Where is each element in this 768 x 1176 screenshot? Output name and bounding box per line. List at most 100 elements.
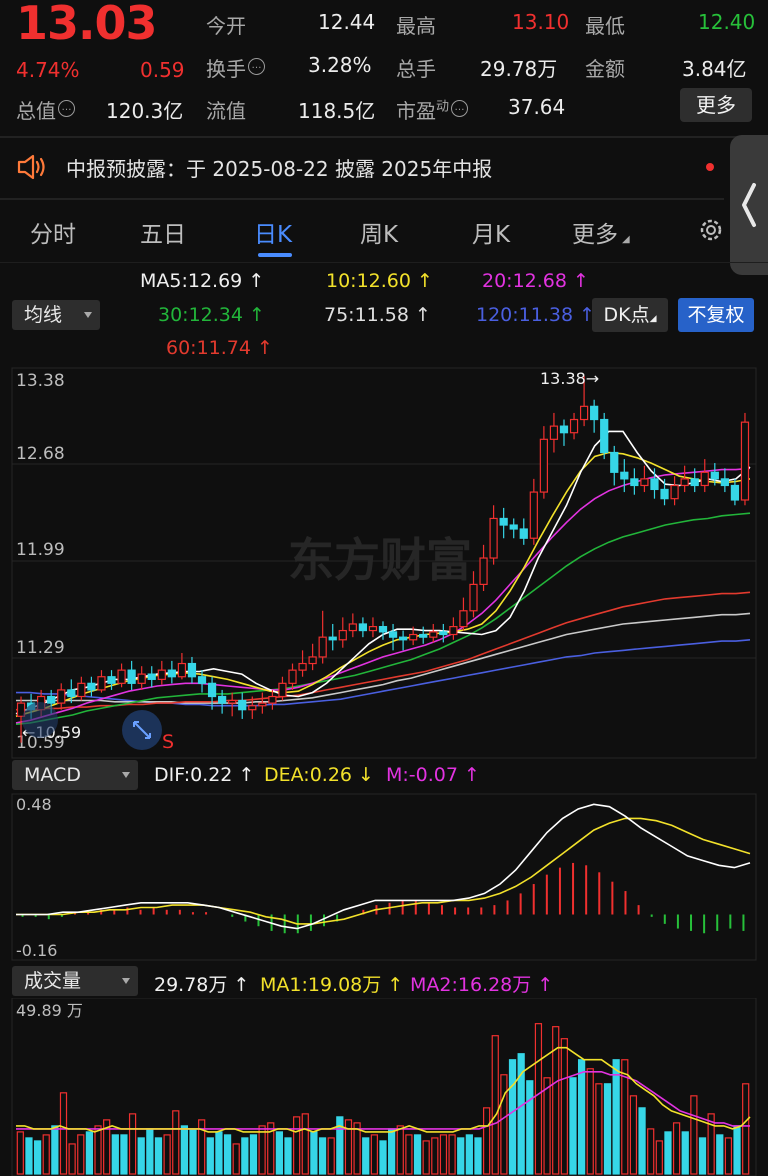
candle-body (670, 484, 679, 500)
candle-body (228, 699, 237, 704)
y-tick-label: 12.68 (16, 444, 65, 464)
candle-body (700, 471, 709, 487)
volume-chart[interactable]: 49.89 万 (0, 998, 768, 1176)
candle-body (740, 421, 750, 501)
macd-dropdown[interactable]: MACD (12, 760, 138, 790)
high-marker: 13.38→ (540, 369, 599, 388)
ma75-legend: 75:11.58 ↑ (324, 304, 431, 326)
candle-body (308, 656, 317, 665)
announcement-text[interactable]: 中报预披露：于 2025-08-22 披露 2025年中报 (66, 153, 492, 182)
tab-more[interactable]: 更多 ◢ (572, 215, 630, 249)
tab-underline (258, 253, 292, 257)
info-icon[interactable]: … (248, 58, 265, 76)
candle-body (207, 682, 217, 698)
volume-bar (474, 1137, 482, 1175)
candle-body (419, 633, 428, 638)
volume-label: 总手 (396, 57, 436, 81)
volume-bar (716, 1134, 724, 1175)
volume-bar (508, 1059, 517, 1175)
low-label: 最低 (585, 14, 625, 38)
reset-icon[interactable] (22, 702, 58, 738)
volume-dropdown[interactable]: 成交量 (12, 966, 138, 996)
ma60-legend: 60:11.74 ↑ (166, 337, 273, 359)
turnover-label[interactable]: 换手… (206, 53, 265, 82)
float-value: 118.5亿 (298, 99, 376, 123)
y-tick-label: -0.16 (16, 941, 57, 960)
candle-body (630, 478, 639, 487)
candle-body (660, 488, 669, 500)
volume-bar (284, 1137, 292, 1175)
volume-bar (206, 1137, 214, 1175)
candle-body (258, 702, 267, 707)
macd-chart[interactable]: 0.48 -0.16 (0, 792, 768, 962)
y-tick-label: 13.38 (16, 371, 65, 391)
candle-body (87, 682, 96, 691)
dk-point-button[interactable]: DK点◢ (592, 298, 668, 332)
candle-body (489, 517, 498, 559)
pe-label[interactable]: 市盈动… (396, 95, 469, 124)
volume-bar (388, 1128, 396, 1175)
tab-intraday[interactable]: 分时 (30, 215, 76, 249)
volume-bar (146, 1128, 154, 1175)
volume-bar (362, 1137, 370, 1175)
volume-bar (85, 1131, 94, 1175)
ma30-legend: 30:12.34 ↑ (158, 304, 265, 326)
adjust-toggle[interactable]: 不复权 (678, 298, 754, 332)
tab-weekly-k[interactable]: 周K (360, 215, 398, 249)
info-icon[interactable]: … (58, 100, 75, 118)
vol-ma2-legend: MA2:16.28万 ↑ (410, 974, 554, 996)
announcement-bar[interactable]: 中报预披露：于 2025-08-22 披露 2025年中报 (0, 140, 768, 194)
ma20-legend: 20:12.68 ↑ (482, 270, 589, 292)
amount-label: 金额 (585, 57, 625, 81)
indicator-dropdown[interactable]: 均线 (12, 300, 100, 330)
candle-body (97, 676, 106, 691)
volume-bar (327, 1137, 335, 1175)
volume-bar (543, 1077, 551, 1175)
kline-chart[interactable]: 东方财富 13.38 12.68 11.99 11.29 10.59 13.38… (0, 366, 768, 762)
candle-body (409, 633, 418, 641)
info-icon[interactable]: … (451, 100, 469, 118)
tab-daily-k[interactable]: 日K (254, 215, 292, 249)
more-button[interactable]: 更多 (680, 88, 752, 122)
tab-five-day[interactable]: 五日 (140, 215, 186, 249)
side-panel-handle[interactable] (730, 135, 768, 275)
volume-bar (68, 1143, 76, 1175)
candle-body (590, 405, 599, 421)
volume-bar (370, 1134, 378, 1175)
candle-body (600, 418, 609, 454)
volume-bar (595, 1083, 603, 1175)
amount-value: 3.84亿 (682, 57, 747, 81)
volume-bar (275, 1131, 283, 1175)
vol-ma1-legend: MA1:19.08万 ↑ (260, 974, 404, 996)
volume-bar (422, 1140, 430, 1175)
change-amount: 0.59 (140, 58, 185, 82)
gear-icon[interactable] (696, 215, 726, 245)
candle-body (137, 673, 146, 684)
y-tick-label: 49.89 万 (16, 1001, 83, 1020)
y-tick-label: 11.29 (16, 638, 65, 658)
candle-body (388, 631, 398, 638)
candle-body (499, 517, 508, 526)
candle-body (248, 705, 257, 711)
candle-body (569, 418, 579, 434)
candle-body (610, 451, 619, 473)
last-price: 13.03 (16, 0, 158, 50)
m-legend: M:-0.07 ↑ (386, 764, 480, 786)
candle-body (539, 438, 548, 493)
candle-body (318, 636, 327, 658)
candle-body (710, 471, 719, 480)
y-tick-label: 0.48 (16, 795, 52, 814)
mktcap-label[interactable]: 总值… (16, 95, 75, 124)
candle-body (67, 689, 76, 698)
candle-body (218, 695, 227, 704)
volume-bar (681, 1131, 689, 1175)
candle-body (197, 676, 207, 684)
dea-legend: DEA:0.26 ↓ (264, 764, 374, 786)
chevron-left-icon (742, 183, 756, 227)
volume-bar (396, 1125, 404, 1175)
divider (0, 198, 724, 200)
tab-monthly-k[interactable]: 月K (472, 215, 510, 249)
volume-bar (405, 1134, 413, 1175)
volume-bar (120, 1134, 128, 1175)
candle-body (509, 524, 518, 530)
